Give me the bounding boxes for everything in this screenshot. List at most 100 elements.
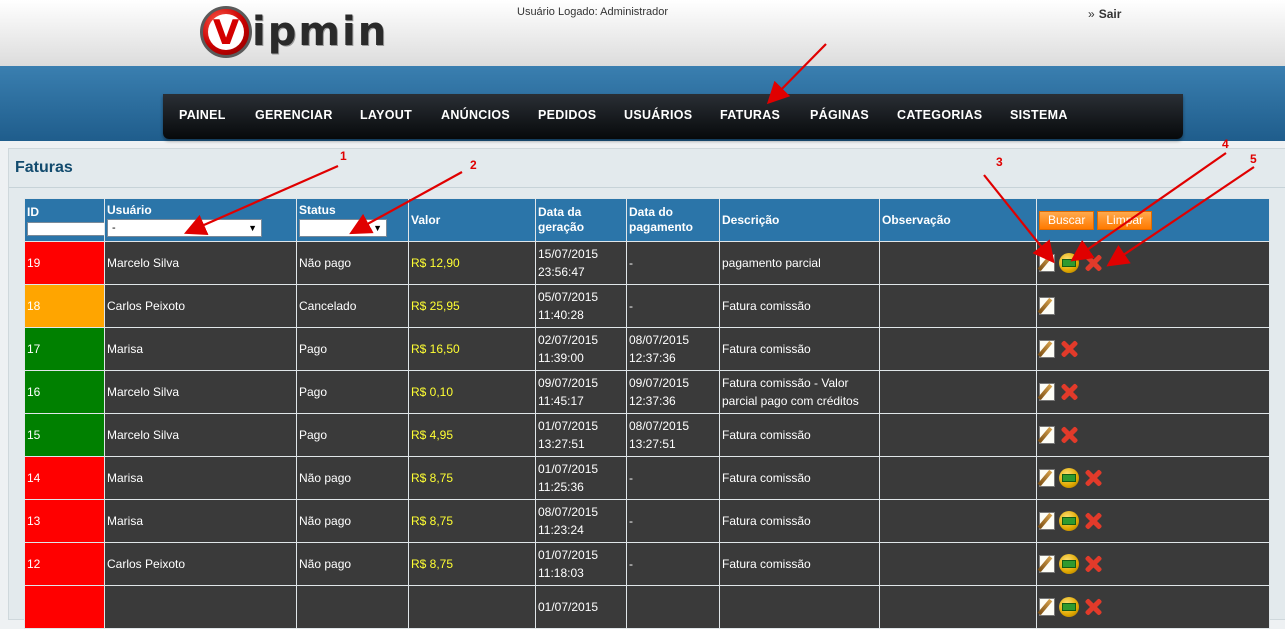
- cell-actions: [1036, 456, 1270, 500]
- cell-descricao: Fatura comissão: [719, 327, 880, 371]
- cell-actions: [1036, 499, 1270, 543]
- divider: [9, 187, 1285, 188]
- cell-data-pagamento: -: [626, 241, 720, 285]
- cell-usuario: Marcelo Silva: [104, 370, 297, 414]
- cell-data-pagamento: -: [626, 499, 720, 543]
- nav-item-gerenciar[interactable]: GERENCIAR: [255, 108, 333, 122]
- cell-status: Não pago: [296, 241, 409, 285]
- cell-valor: R$ 25,95: [408, 284, 536, 328]
- clear-button[interactable]: Limpar: [1097, 210, 1153, 230]
- delete-icon[interactable]: [1083, 253, 1103, 273]
- id-filter-input[interactable]: [27, 221, 104, 236]
- edit-icon[interactable]: [1039, 297, 1055, 316]
- logo-emblem: V: [200, 6, 252, 58]
- cell-status: Pago: [296, 327, 409, 371]
- cell-usuario: Carlos Peixoto: [104, 542, 297, 586]
- pay-icon[interactable]: [1059, 597, 1079, 617]
- header-valor: Valor: [408, 198, 536, 242]
- cell-observacao: [879, 542, 1037, 586]
- annotation-label-1: 1: [340, 149, 347, 163]
- pay-icon[interactable]: [1059, 253, 1079, 273]
- chevron-right-icon: »: [1088, 7, 1095, 21]
- cell-valor: [408, 585, 536, 629]
- cell-data-pagamento: 08/07/2015 12:37:36: [626, 327, 720, 371]
- cell-observacao: [879, 241, 1037, 285]
- pay-icon[interactable]: [1059, 468, 1079, 488]
- cell-observacao: [879, 499, 1037, 543]
- delete-icon[interactable]: [1083, 597, 1103, 617]
- edit-icon[interactable]: [1039, 426, 1055, 444]
- delete-icon[interactable]: [1083, 511, 1103, 531]
- header-observacao: Observação: [879, 198, 1037, 242]
- delete-icon[interactable]: [1059, 425, 1079, 445]
- edit-icon[interactable]: [1039, 469, 1055, 487]
- delete-icon[interactable]: [1059, 339, 1079, 359]
- cell-id: 12: [24, 542, 105, 586]
- cell-id: [24, 585, 105, 629]
- pay-icon[interactable]: [1059, 511, 1079, 531]
- pay-icon[interactable]: [1059, 554, 1079, 574]
- table-row: 17 Marisa Pago R$ 16,50 02/07/2015 11:39:00 0…: [24, 327, 1270, 371]
- logo-initial: V: [212, 13, 240, 53]
- cell-observacao: [879, 456, 1037, 500]
- cell-usuario: [104, 585, 297, 629]
- cell-usuario: Marcelo Silva: [104, 413, 297, 457]
- delete-icon[interactable]: [1083, 554, 1103, 574]
- cell-descricao: [719, 585, 880, 629]
- cell-observacao: [879, 370, 1037, 414]
- logout-link[interactable]: » Sair: [1088, 7, 1121, 21]
- cell-usuario: Marisa: [104, 456, 297, 500]
- edit-icon[interactable]: [1039, 254, 1055, 272]
- cell-usuario: Carlos Peixoto: [104, 284, 297, 328]
- edit-icon[interactable]: [1039, 512, 1055, 530]
- edit-icon[interactable]: [1039, 340, 1055, 358]
- nav-item-sistema[interactable]: SISTEMA: [1010, 108, 1068, 122]
- nav-item-painel[interactable]: PAINEL: [179, 108, 226, 122]
- edit-icon[interactable]: [1039, 555, 1055, 573]
- nav-item-faturas[interactable]: FATURAS: [720, 108, 780, 122]
- cell-usuario: Marisa: [104, 499, 297, 543]
- cell-data-geracao: 01/07/2015 13:27:51: [535, 413, 627, 457]
- cell-descricao: Fatura comissão: [719, 499, 880, 543]
- cell-status: [296, 585, 409, 629]
- edit-icon[interactable]: [1039, 598, 1055, 616]
- usuario-filter-select[interactable]: - ▼: [107, 219, 262, 237]
- cell-data-pagamento: -: [626, 542, 720, 586]
- nav-item-paginas[interactable]: PÁGINAS: [810, 108, 869, 122]
- cell-valor: R$ 12,90: [408, 241, 536, 285]
- cell-data-pagamento: [626, 585, 720, 629]
- cell-valor: R$ 0,10: [408, 370, 536, 414]
- nav-item-layout[interactable]: LAYOUT: [360, 108, 412, 122]
- cell-data-geracao: 08/07/2015 11:23:24: [535, 499, 627, 543]
- cell-usuario: Marcelo Silva: [104, 241, 297, 285]
- delete-icon[interactable]: [1083, 468, 1103, 488]
- cell-id: 13: [24, 499, 105, 543]
- cell-descricao: Fatura comissão - Valor parcial pago com…: [719, 370, 880, 414]
- caret-down-icon: ▼: [248, 223, 257, 233]
- header-descricao: Descrição: [719, 198, 880, 242]
- cell-status: Pago: [296, 370, 409, 414]
- table-header-row: ID Usuário - ▼ Status ▼ Valor Data da ger…: [24, 198, 1270, 242]
- cell-descricao: pagamento parcial: [719, 241, 880, 285]
- cell-valor: R$ 8,75: [408, 542, 536, 586]
- search-button[interactable]: Buscar: [1039, 210, 1095, 230]
- header-data-geracao: Data da geração: [535, 198, 627, 242]
- nav-item-anuncios[interactable]: ANÚNCIOS: [441, 108, 510, 122]
- edit-icon[interactable]: [1039, 383, 1055, 401]
- nav-item-pedidos[interactable]: PEDIDOS: [538, 108, 596, 122]
- logo-text: ipmin: [252, 9, 389, 55]
- delete-icon[interactable]: [1059, 382, 1079, 402]
- cell-observacao: [879, 284, 1037, 328]
- status-filter-select[interactable]: ▼: [299, 219, 387, 237]
- header-id-label: ID: [27, 204, 39, 219]
- table-row: 16 Marcelo Silva Pago R$ 0,10 09/07/2015 11:…: [24, 370, 1270, 414]
- cell-valor: R$ 4,95: [408, 413, 536, 457]
- cell-descricao: Fatura comissão: [719, 542, 880, 586]
- nav-item-categorias[interactable]: CATEGORIAS: [897, 108, 982, 122]
- nav-item-usuarios[interactable]: USUÁRIOS: [624, 108, 692, 122]
- cell-data-geracao: 05/07/2015 11:40:28: [535, 284, 627, 328]
- cell-id: 16: [24, 370, 105, 414]
- invoices-table: ID Usuário - ▼ Status ▼ Valor Data da ger…: [24, 198, 1270, 629]
- cell-actions: [1036, 542, 1270, 586]
- cell-data-pagamento: 09/07/2015 12:37:36: [626, 370, 720, 414]
